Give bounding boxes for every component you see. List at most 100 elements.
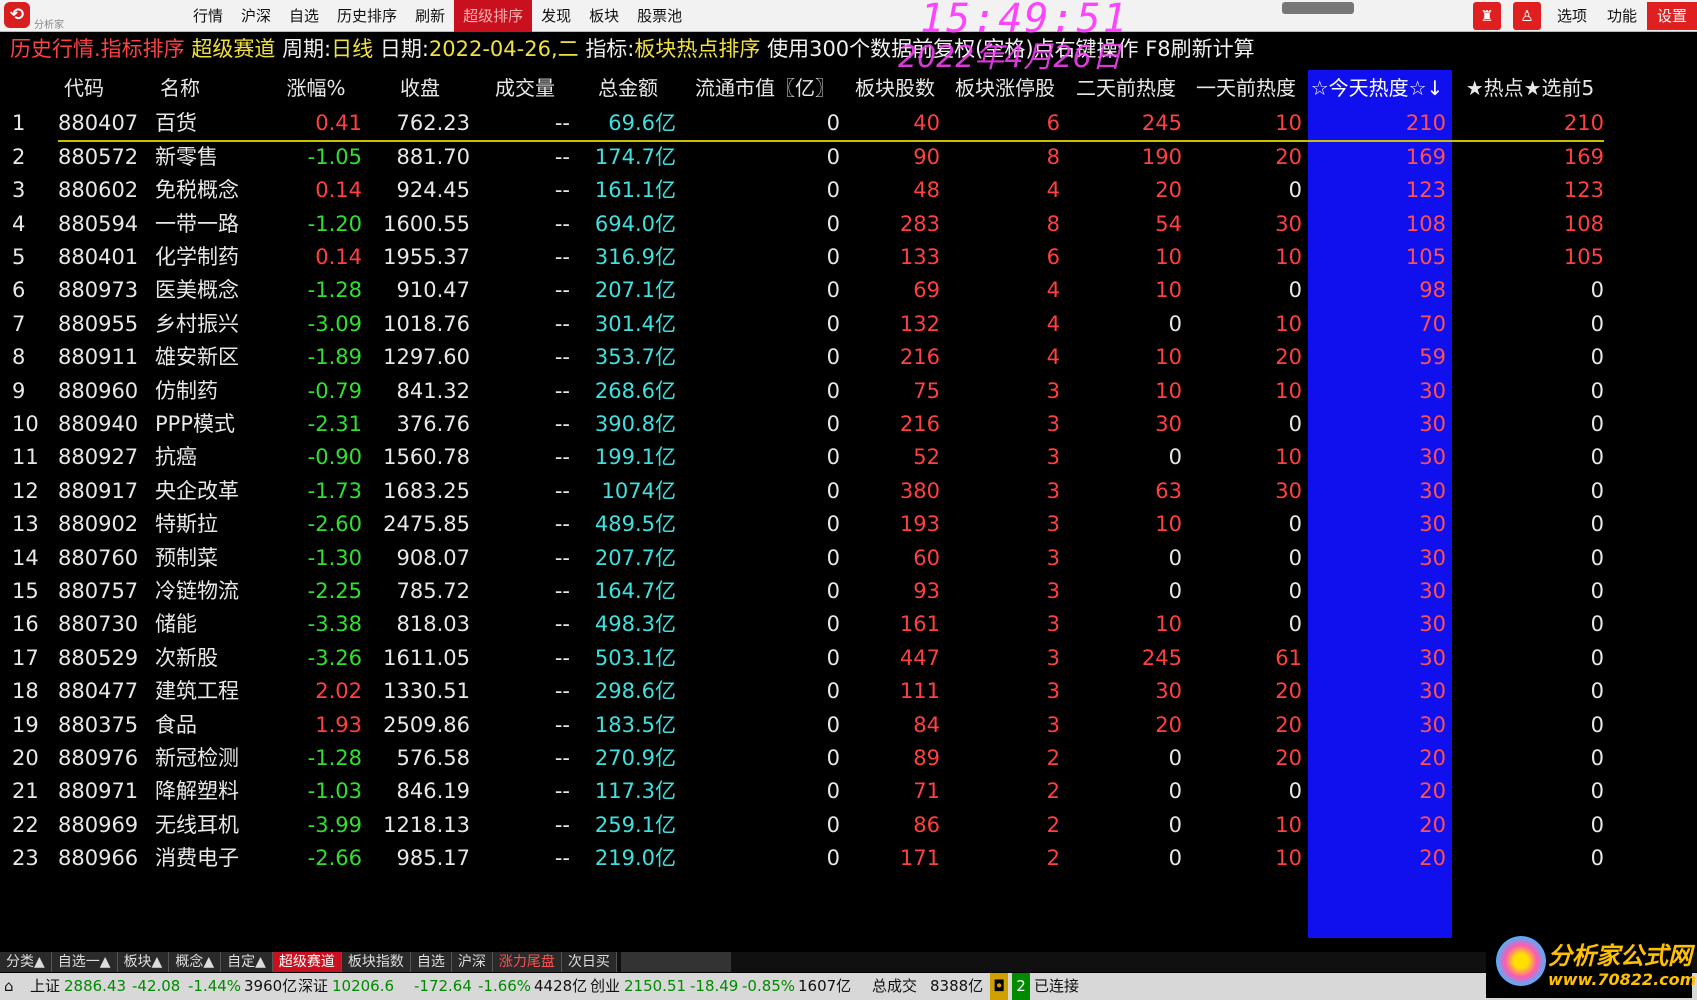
bottom-tab[interactable]: 涨力尾盘: [492, 952, 562, 972]
cell-chg: -3.09: [307, 311, 362, 336]
cell-name: 化学制药: [155, 245, 239, 269]
menu-item[interactable]: 刷新: [406, 0, 454, 32]
cell-lim: 2: [1046, 846, 1060, 871]
cell-vol: --: [554, 178, 570, 203]
cell-h0: 59: [1419, 345, 1446, 370]
cell-mcap: 0: [826, 144, 840, 169]
table-row[interactable]: 1 880407 百货 0.41 762.23 -- 69.6亿 0 40 6 245 10 210 21…: [0, 105, 1697, 141]
column-header-lim[interactable]: 板块涨停股: [950, 70, 1060, 106]
function-button[interactable]: 功能: [1597, 2, 1647, 30]
bottom-tab[interactable]: 概念▲: [169, 952, 222, 972]
table-row[interactable]: 22 880969 无线耳机 -3.99 1218.13 -- 259.1亿 0 86 2 0 10 2…: [0, 807, 1697, 843]
cell-name: 建筑工程: [155, 679, 239, 704]
table-row[interactable]: 19 880375 食品 1.93 2509.86 -- 183.5亿 0 84 3 20 20 30 0: [0, 707, 1697, 743]
cell-idx: 8: [12, 345, 26, 370]
table-row[interactable]: 12 880917 央企改革 -1.73 1683.25 -- 1074亿 0 380 3 63 30…: [0, 473, 1697, 509]
cell-name: 一带一路: [155, 211, 239, 236]
cell-top5: 210: [1563, 111, 1604, 136]
column-header-h1[interactable]: 一天前热度: [1190, 70, 1302, 106]
settings-button[interactable]: 设置: [1646, 2, 1697, 30]
table-row[interactable]: 2 880572 新零售 -1.05 881.70 -- 174.7亿 0 90 8 190 20 16…: [0, 139, 1697, 175]
shirt-icon[interactable]: ♜: [1472, 2, 1501, 30]
tabs-scrollbar[interactable]: [620, 952, 731, 972]
column-header-vol[interactable]: 成交量: [480, 70, 570, 106]
column-header-cnt[interactable]: 板块股数: [850, 70, 940, 106]
bottom-tab[interactable]: 板块▲: [117, 952, 170, 972]
cell-h2: 10: [1155, 278, 1182, 303]
menu-item[interactable]: 沪深: [232, 0, 280, 32]
menu-item[interactable]: 板块: [580, 0, 628, 32]
cell-chg: 2.02: [315, 679, 362, 704]
cell-h2: 0: [1168, 545, 1182, 570]
table-row[interactable]: 17 880529 次新股 -3.26 1611.05 -- 503.1亿 0 447 3 245 6…: [0, 640, 1697, 676]
menu-item[interactable]: 股票池: [628, 0, 691, 32]
column-header-idx[interactable]: [12, 70, 52, 106]
menu-item[interactable]: 历史排序: [328, 0, 406, 32]
cell-h2: 54: [1155, 211, 1182, 236]
bottom-tab[interactable]: 自定▲: [221, 952, 273, 972]
column-header-mcap[interactable]: 流通市值〖亿〗: [690, 70, 840, 106]
column-header-amt[interactable]: 总金额: [580, 70, 676, 106]
column-header-chg[interactable]: 涨幅%: [270, 70, 362, 106]
bottom-tab[interactable]: 板块指数: [341, 952, 411, 972]
cell-amt: 207.1亿: [594, 278, 676, 303]
table-row[interactable]: 14 880760 预制菜 -1.30 908.07 -- 207.7亿 0 60 3 0 0 30 0: [0, 540, 1697, 576]
cell-vol: --: [554, 779, 570, 804]
date-label: 日期:: [379, 37, 429, 61]
cell-vol: --: [554, 278, 570, 303]
flower-logo-icon: [1496, 936, 1546, 986]
lock-icon[interactable]: ◘: [990, 973, 1008, 1000]
cell-chg: -1.03: [307, 779, 362, 804]
column-header-h2[interactable]: 二天前热度: [1070, 70, 1182, 106]
menu-item[interactable]: 行情: [184, 0, 232, 32]
column-header-top5[interactable]: ★热点★选前5: [1456, 70, 1604, 106]
table-header: 代码 名称 涨幅% 收盘 成交量 总金额 流通市值〖亿〗 板块股数 板块涨停股 二天前热度 一天前热…: [0, 70, 1697, 106]
bottom-tab[interactable]: 分类▲: [0, 952, 52, 972]
table-row[interactable]: 13 880902 特斯拉 -2.60 2475.85 -- 489.5亿 0 193 3 10 0 3…: [0, 506, 1697, 542]
cell-name: 冷链物流: [155, 579, 239, 603]
cell-code: 880940: [58, 412, 139, 436]
column-header-h0[interactable]: ☆今天热度☆↓: [1308, 70, 1446, 106]
cell-amt: 270.9亿: [594, 746, 676, 770]
menu-item[interactable]: 自选: [280, 0, 328, 32]
bottom-tab[interactable]: 沪深: [451, 952, 493, 972]
menu-item[interactable]: 发现: [532, 0, 580, 32]
table-row[interactable]: 9 880960 仿制药 -0.79 841.32 -- 268.6亿 0 75 3 10 10 30 0: [0, 373, 1697, 409]
table-row[interactable]: 3 880602 免税概念 0.14 924.45 -- 161.1亿 0 48 4 20 0 123 1…: [0, 172, 1697, 208]
table-row[interactable]: 4 880594 一带一路 -1.20 1600.55 -- 694.0亿 0 283 8 54 30…: [0, 206, 1697, 242]
column-header-close[interactable]: 收盘: [370, 70, 470, 106]
table-row[interactable]: 11 880927 抗癌 -0.90 1560.78 -- 199.1亿 0 52 3 0 10 30 0: [0, 439, 1697, 475]
table-row[interactable]: 15 880757 冷链物流 -2.25 785.72 -- 164.7亿 0 93 3 0 0 30 0: [0, 573, 1697, 609]
table-row[interactable]: 5 880401 化学制药 0.14 1955.37 -- 316.9亿 0 133 6 10 10 1…: [0, 239, 1697, 275]
table-row[interactable]: 6 880973 医美概念 -1.28 910.47 -- 207.1亿 0 69 4 10 0 98 0: [0, 272, 1697, 308]
sh-label: 上证: [30, 977, 61, 995]
cell-chg: -2.60: [307, 512, 362, 537]
table-row[interactable]: 16 880730 储能 -3.38 818.03 -- 498.3亿 0 161 3 10 0 30 0: [0, 606, 1697, 642]
bottom-tab[interactable]: 次日买: [561, 952, 617, 972]
cy-change: -18.49: [690, 977, 739, 995]
cell-lim: 2: [1046, 812, 1060, 837]
cell-h0: 30: [1419, 478, 1446, 503]
table-row[interactable]: 10 880940 PPP模式 -2.31 376.76 -- 390.8亿 0 216 3 30 0…: [0, 406, 1697, 442]
user-icon[interactable]: ♙: [1512, 2, 1541, 30]
table-row[interactable]: 18 880477 建筑工程 2.02 1330.51 -- 298.6亿 0 111 3 30 20…: [0, 673, 1697, 709]
menu-item[interactable]: 超级排序: [454, 0, 533, 32]
bottom-tab[interactable]: 超级赛道: [272, 952, 342, 972]
table-row[interactable]: 7 880955 乡村振兴 -3.09 1018.76 -- 301.4亿 0 132 4 0 10 7…: [0, 306, 1697, 342]
column-header-code[interactable]: 代码: [64, 70, 154, 106]
cell-top5: 0: [1590, 812, 1604, 837]
home-icon[interactable]: ⌂: [4, 973, 14, 1000]
cell-h1: 0: [1288, 178, 1302, 203]
window-scroll-indicator[interactable]: [1282, 2, 1354, 14]
table-row[interactable]: 23 880966 消费电子 -2.66 985.17 -- 219.0亿 0 171 2 0 10 2…: [0, 840, 1697, 876]
bottom-tab[interactable]: 自选: [410, 952, 452, 972]
bottom-tab[interactable]: 自选一▲: [51, 952, 118, 972]
cell-h1: 10: [1275, 311, 1302, 336]
cell-lim: 3: [1046, 412, 1060, 436]
table-row[interactable]: 21 880971 降解塑料 -1.03 846.19 -- 117.3亿 0 71 2 0 0 20 0: [0, 773, 1697, 809]
table-row[interactable]: 20 880976 新冠检测 -1.28 576.58 -- 270.9亿 0 89 2 0 20 20…: [0, 740, 1697, 776]
options-button[interactable]: 选项: [1547, 2, 1597, 30]
cell-mcap: 0: [826, 746, 840, 770]
cell-cnt: 69: [913, 278, 940, 303]
table-row[interactable]: 8 880911 雄安新区 -1.89 1297.60 -- 353.7亿 0 216 4 10 20…: [0, 339, 1697, 375]
